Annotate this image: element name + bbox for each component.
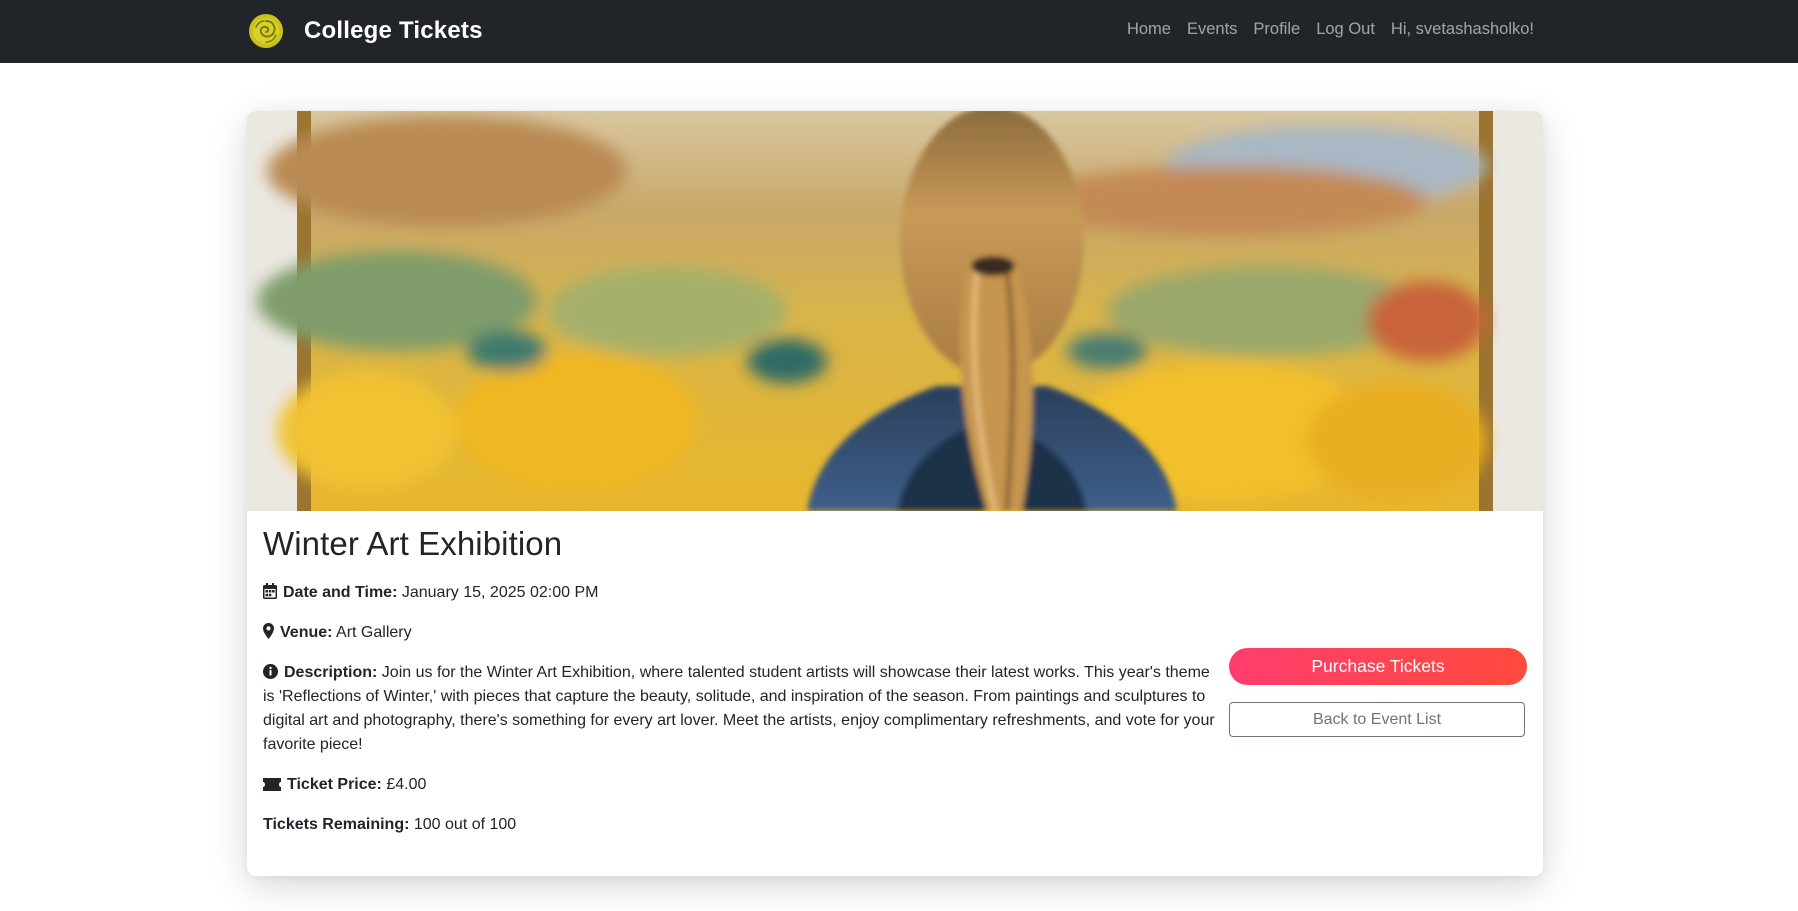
event-detail-card: Winter Art Exhibition Date and Time: Jan… <box>247 111 1543 876</box>
date-label: Date and Time: <box>283 584 398 601</box>
remaining-label: Tickets Remaining: <box>263 816 410 833</box>
date-value: January 15, 2025 02:00 PM <box>401 584 599 601</box>
event-price-row: Ticket Price: £4.00 <box>263 773 426 797</box>
description-value: Join us for the Winter Art Exhibition, w… <box>263 664 1215 753</box>
back-to-event-list-button[interactable]: Back to Event List <box>1229 702 1525 737</box>
venue-label: Venue: <box>280 624 333 641</box>
remaining-value: 100 out of 100 <box>413 816 517 833</box>
nav-links: Home Events Profile Log Out Hi, svetasha… <box>1111 0 1534 58</box>
purchase-tickets-button[interactable]: Purchase Tickets <box>1229 648 1527 685</box>
event-venue-row: Venue: Art Gallery <box>263 621 412 645</box>
event-description-row: Description: Join us for the Winter Art … <box>263 661 1223 757</box>
map-marker-icon <box>263 623 274 639</box>
brand-name: College Tickets <box>304 17 483 44</box>
top-navbar: College Tickets Home Events Profile Log … <box>0 0 1798 63</box>
event-date-row: Date and Time: January 15, 2025 02:00 PM <box>263 581 598 605</box>
calendar-icon <box>263 583 277 599</box>
event-title: Winter Art Exhibition <box>263 525 563 562</box>
venue-value: Art Gallery <box>336 624 412 641</box>
ticket-icon <box>263 778 281 791</box>
event-remaining-row: Tickets Remaining: 100 out of 100 <box>263 813 516 837</box>
info-circle-icon <box>263 664 278 679</box>
nav-link-profile[interactable]: Profile <box>1253 20 1300 39</box>
brand-link[interactable]: College Tickets <box>248 12 483 50</box>
price-value: £4.00 <box>386 776 427 793</box>
description-label: Description: <box>284 664 378 681</box>
nav-link-logout[interactable]: Log Out <box>1316 20 1375 39</box>
nav-link-home[interactable]: Home <box>1127 20 1171 39</box>
event-hero-image <box>247 111 1543 511</box>
spiral-logo-icon <box>249 14 283 48</box>
nav-link-events[interactable]: Events <box>1187 20 1237 39</box>
price-label: Ticket Price: <box>287 776 382 793</box>
user-greeting: Hi, svetashasholko! <box>1390 19 1534 38</box>
